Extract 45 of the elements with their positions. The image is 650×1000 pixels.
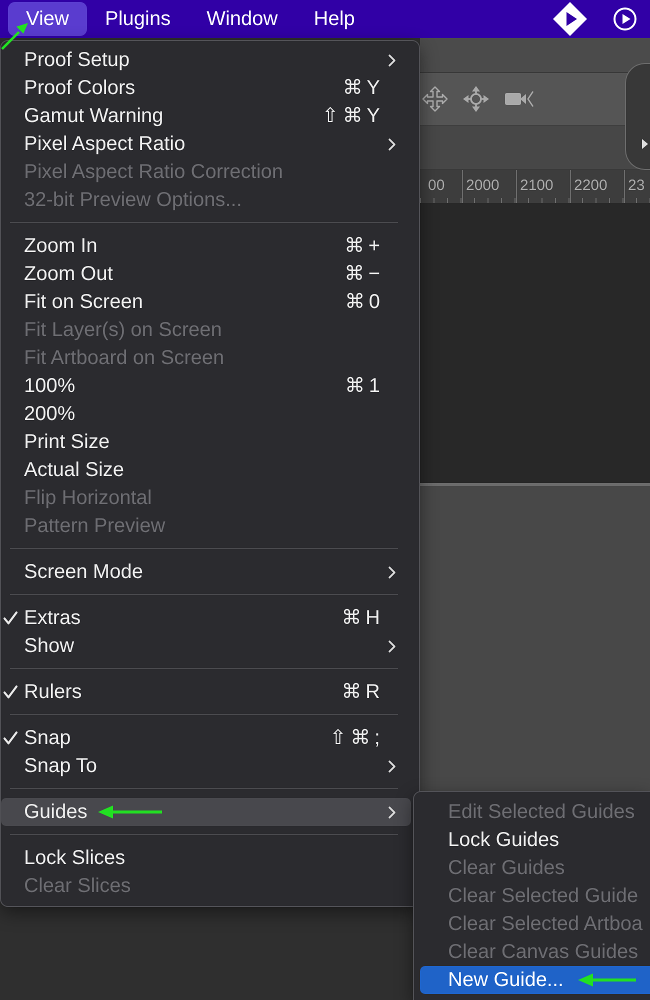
diamond-play-icon[interactable]: [552, 1, 588, 37]
menu-item[interactable]: Actual Size: [1, 456, 411, 484]
keyboard-shortcut: ⇧⌘Y: [322, 104, 384, 129]
menu-item[interactable]: Fit on Screen ⌘0: [1, 288, 411, 316]
menu-item[interactable]: Snap To: [1, 752, 411, 780]
menu-item[interactable]: Print Size: [1, 428, 411, 456]
keyboard-shortcut: ⌘1: [344, 374, 384, 399]
menu-item[interactable]: Screen Mode: [1, 558, 411, 586]
menu-bar-item[interactable]: Help: [296, 2, 373, 36]
menu-bar-item[interactable]: Window: [188, 2, 296, 36]
menu-item[interactable]: 100% ⌘1: [1, 372, 411, 400]
keyboard-shortcut: ⌘−: [344, 262, 384, 287]
move-arrows-icon[interactable]: [422, 86, 448, 112]
video-camera-icon[interactable]: [504, 89, 534, 109]
menu-bar-item[interactable]: Plugins: [87, 2, 189, 36]
circle-arrows-icon[interactable]: [462, 85, 490, 113]
menu-item[interactable]: Zoom Out ⌘−: [1, 260, 411, 288]
menu-bar-item[interactable]: View: [8, 2, 87, 36]
keyboard-shortcut: ⌘0: [344, 290, 384, 315]
menu-item[interactable]: 200%: [1, 400, 411, 428]
menu-item[interactable]: Rulers ⌘R: [1, 678, 411, 706]
keyboard-shortcut: ⌘+: [344, 234, 384, 259]
ruler-label: 2200: [574, 177, 608, 194]
keyboard-shortcut: ⌘H: [342, 606, 384, 631]
keyboard-shortcut: ⌘Y: [342, 76, 384, 101]
menu-item[interactable]: Proof Setup: [1, 46, 411, 74]
menu-item[interactable]: Pixel Aspect Ratio: [1, 130, 411, 158]
menu-item[interactable]: Extras ⌘H: [1, 604, 411, 632]
ruler-label: 2100: [520, 177, 554, 194]
menu-item[interactable]: Guides: [1, 798, 411, 826]
menu-item[interactable]: Show: [1, 632, 411, 660]
menu-item[interactable]: Lock Slices: [1, 844, 411, 872]
menu-item[interactable]: Snap ⇧⌘;: [1, 724, 411, 752]
ruler-label: 00: [428, 177, 445, 194]
menu-item[interactable]: Zoom In ⌘+: [1, 232, 411, 260]
caret-icon[interactable]: [642, 139, 648, 149]
menu-item[interactable]: Gamut Warning ⇧⌘Y: [1, 102, 411, 130]
menu-item[interactable]: Proof Colors ⌘Y: [1, 74, 411, 102]
ruler-label: 23: [628, 177, 645, 194]
ruler-label: 2000: [466, 177, 500, 194]
keyboard-shortcut: ⇧⌘;: [330, 726, 384, 751]
menu-item[interactable]: Lock Guides: [420, 826, 650, 854]
menu-item[interactable]: New Guide...: [420, 966, 650, 994]
keyboard-shortcut: ⌘R: [342, 680, 384, 705]
play-circle-icon[interactable]: [613, 7, 637, 31]
